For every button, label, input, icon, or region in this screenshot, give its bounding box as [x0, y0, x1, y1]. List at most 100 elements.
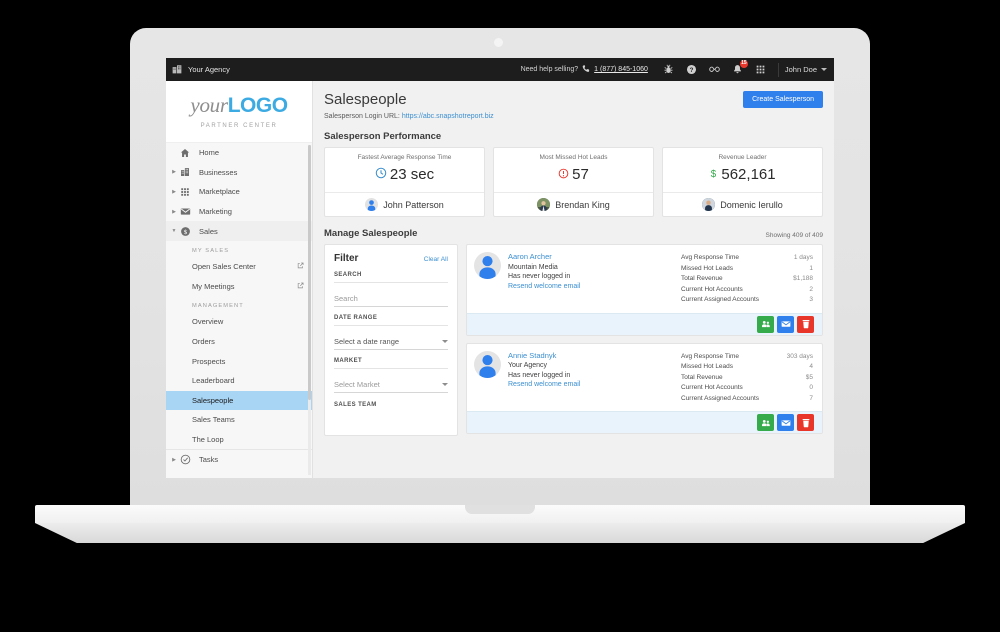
logo-part-logo: LOGO — [227, 94, 288, 117]
search-input[interactable]: Search — [334, 294, 358, 303]
sidebar-item-sales[interactable]: ▼ $ Sales — [166, 221, 312, 241]
send-email-button[interactable] — [777, 414, 794, 431]
marketplace-grid-icon — [178, 187, 192, 197]
salesperson-stats: Avg Response Time 303 days Missed Hot Le… — [681, 351, 813, 405]
salesperson-name-link[interactable]: Annie Stadnyk — [508, 351, 681, 360]
salesperson-card: Annie Stadnyk Your Agency Has never logg… — [466, 342, 823, 434]
performance-card-footer[interactable]: Brendan King — [494, 192, 653, 216]
sidebar-item-my-meetings[interactable]: My Meetings — [166, 276, 312, 297]
support-phone-number[interactable]: 1 (877) 845-1060 — [594, 66, 648, 73]
sidebar-item-prospects[interactable]: Prospects — [166, 351, 312, 371]
salespeople-list: Aaron Archer Mountain Media Has never lo… — [466, 244, 823, 441]
sidebar-subitem-label: Open Sales Center — [192, 262, 256, 272]
logo-part-your: your — [190, 93, 228, 117]
brand-logo[interactable]: yourLOGO PARTNER CENTER — [166, 81, 312, 143]
delete-salesperson-button[interactable] — [797, 315, 814, 333]
stat-value: 0 — [809, 384, 813, 391]
stat-label: Current Hot Accounts — [681, 285, 743, 293]
chevron-down-icon: ▼ — [171, 228, 177, 235]
chevron-right-icon: ▶ — [172, 456, 176, 463]
sidebar-item-salespeople[interactable]: Salespeople — [166, 390, 312, 411]
send-email-button[interactable] — [777, 315, 794, 333]
sidebar-item-marketing[interactable]: ▶ Marketing — [166, 201, 312, 222]
manage-section-header: Manage Salespeople Showing 409 of 409 — [324, 228, 823, 239]
sidebar-item-label: Home — [199, 148, 220, 158]
salesperson-name-link[interactable]: Aaron Archer — [508, 252, 681, 261]
sidebar-item-orders[interactable]: Orders — [166, 331, 312, 352]
infinity-icon[interactable] — [708, 63, 721, 76]
assign-accounts-button[interactable] — [757, 315, 774, 333]
sidebar: yourLOGO PARTNER CENTER Home ▶ Businesse… — [166, 81, 313, 478]
search-input-wrapper[interactable]: Search — [334, 294, 448, 307]
performance-card-person: Domenic Ierullo — [720, 199, 783, 210]
resend-welcome-email-link[interactable]: Resend welcome email — [508, 381, 681, 388]
salesperson-card-actions — [467, 411, 822, 433]
sidebar-subitem-label: My Meetings — [192, 281, 235, 291]
assign-accounts-button[interactable] — [757, 414, 774, 431]
app-body: yourLOGO PARTNER CENTER Home ▶ Businesse… — [166, 81, 834, 478]
market-select-value: Select Market — [334, 380, 380, 389]
apps-grid-icon[interactable] — [754, 63, 767, 76]
sidebar-item-sales-teams[interactable]: Sales Teams — [166, 410, 312, 430]
resend-welcome-email-link[interactable]: Resend welcome email — [508, 283, 681, 290]
salesperson-info: Aaron Archer Mountain Media Has never lo… — [501, 252, 681, 306]
salesperson-login-status: Has never logged in — [508, 371, 571, 379]
manage-columns: Filter Clear All SEARCH Search DATE RANG… — [324, 244, 823, 441]
sidebar-item-overview[interactable]: Overview — [166, 312, 312, 332]
sidebar-item-the-loop[interactable]: The Loop — [166, 429, 312, 450]
stat-row: Current Assigned Accounts 7 — [681, 394, 813, 405]
sidebar-subitem-label: Overview — [192, 317, 224, 327]
showing-count-label: Showing 409 of 409 — [765, 232, 823, 239]
market-select[interactable]: Select Market — [334, 380, 448, 393]
agency-block[interactable]: Your Agency — [172, 64, 230, 76]
user-menu[interactable]: John Doe — [785, 65, 827, 74]
performance-card-value-row: 23 sec — [325, 161, 484, 192]
stat-label: Current Assigned Accounts — [681, 394, 760, 402]
laptop-mockup: Your Agency Need help selling? 1 (877) 8… — [0, 0, 1000, 632]
sidebar-item-marketplace[interactable]: ▶ Marketplace — [166, 182, 312, 202]
performance-card-title: Most Missed Hot Leads — [539, 154, 608, 161]
stat-row: Current Hot Accounts 2 — [681, 285, 813, 296]
notifications-bell-icon[interactable]: 15 — [731, 60, 748, 76]
performance-card-footer[interactable]: John Patterson — [325, 192, 484, 216]
page-title: Salespeople — [324, 91, 407, 108]
stat-value: $5 — [805, 373, 813, 381]
filter-group-label-sales-team: SALES TEAM — [334, 402, 377, 408]
sidebar-scrollbar-thumb[interactable] — [308, 145, 311, 400]
performance-card-person: Brendan King — [555, 199, 610, 210]
help-circle-icon[interactable]: ? — [685, 63, 698, 76]
stat-value: 303 days — [786, 352, 813, 360]
performance-card-value: 57 — [572, 166, 589, 183]
home-icon — [178, 148, 192, 158]
alert-circle-icon — [558, 168, 569, 182]
stat-label: Total Revenue — [681, 275, 723, 282]
sales-dollar-icon: $ — [178, 226, 192, 237]
laptop-base-bottom — [35, 523, 965, 543]
date-range-select[interactable]: Select a date range — [334, 337, 448, 350]
performance-card-footer[interactable]: Domenic Ierullo — [663, 192, 822, 216]
webcam-icon — [494, 38, 503, 47]
salesperson-company: Your Agency — [508, 362, 548, 369]
phone-icon — [582, 64, 591, 75]
stat-label: Current Assigned Accounts — [681, 296, 760, 303]
sidebar-item-leaderboard[interactable]: Leaderboard — [166, 370, 312, 391]
salesperson-company: Mountain Media — [508, 263, 558, 271]
salesperson-login-url-link[interactable]: https://abc.snapshotreport.biz — [402, 113, 494, 120]
sidebar-subitem-label: Sales Teams — [192, 415, 235, 425]
sidebar-item-home[interactable]: Home — [166, 143, 312, 163]
chevron-right-icon: ▶ — [172, 208, 176, 215]
filter-group-date-range: DATE RANGE Select a date range — [334, 315, 448, 350]
sidebar-item-businesses[interactable]: ▶ Businesses — [166, 162, 312, 183]
stat-label: Missed Hot Leads — [681, 363, 734, 370]
sidebar-item-tasks[interactable]: ▶ Tasks — [166, 449, 312, 469]
avatar — [537, 198, 551, 211]
create-salesperson-button[interactable]: Create Salesperson — [743, 91, 823, 108]
sidebar-item-open-sales-center[interactable]: Open Sales Center — [166, 256, 312, 277]
delete-salesperson-button[interactable] — [797, 414, 814, 431]
page-header-text: Salespeople Salesperson Login URL: https… — [324, 91, 494, 120]
stat-row: Current Assigned Accounts 3 — [681, 295, 813, 306]
clear-all-filters-link[interactable]: Clear All — [424, 256, 448, 263]
bug-icon[interactable] — [662, 63, 675, 76]
sidebar-subitem-label: Orders — [192, 337, 215, 347]
filter-title: Filter — [334, 253, 359, 264]
